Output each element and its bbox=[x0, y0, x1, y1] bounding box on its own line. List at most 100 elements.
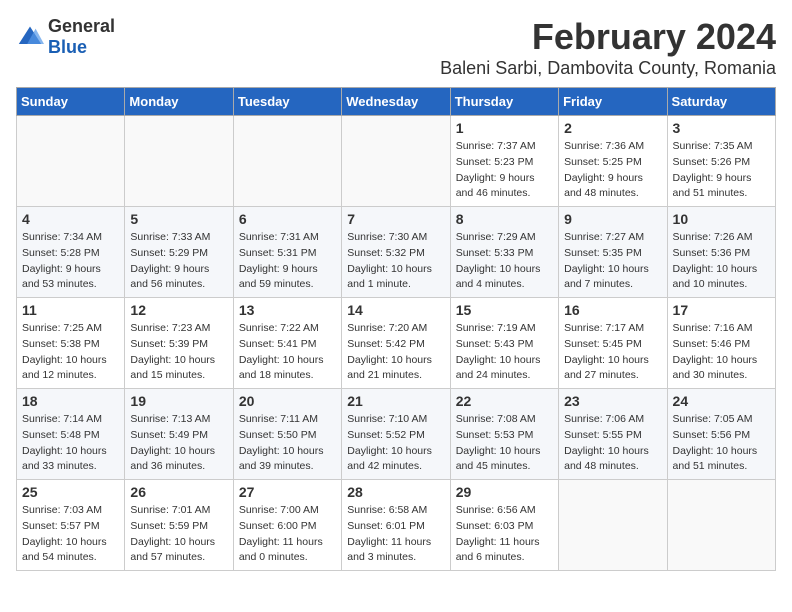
calendar-day-cell: 16 Sunrise: 7:17 AM Sunset: 5:45 PM Dayli… bbox=[559, 298, 667, 389]
day-info: Sunrise: 7:14 AM Sunset: 5:48 PM Dayligh… bbox=[22, 412, 119, 475]
page-header: General Blue February 2024 Baleni Sarbi,… bbox=[16, 16, 776, 79]
logo-icon bbox=[16, 23, 44, 51]
calendar-day-cell bbox=[17, 116, 125, 207]
day-info: Sunrise: 7:20 AM Sunset: 5:42 PM Dayligh… bbox=[347, 321, 444, 384]
day-number: 16 bbox=[564, 302, 661, 318]
day-number: 24 bbox=[673, 393, 770, 409]
day-number: 1 bbox=[456, 120, 553, 136]
day-number: 27 bbox=[239, 484, 336, 500]
day-number: 7 bbox=[347, 211, 444, 227]
title-block: February 2024 Baleni Sarbi, Dambovita Co… bbox=[440, 16, 776, 79]
calendar-week-row: 11 Sunrise: 7:25 AM Sunset: 5:38 PM Dayli… bbox=[17, 298, 776, 389]
day-number: 12 bbox=[130, 302, 227, 318]
day-info: Sunrise: 7:34 AM Sunset: 5:28 PM Dayligh… bbox=[22, 230, 119, 293]
day-number: 4 bbox=[22, 211, 119, 227]
day-info: Sunrise: 7:29 AM Sunset: 5:33 PM Dayligh… bbox=[456, 230, 553, 293]
logo-text: General Blue bbox=[48, 16, 115, 58]
page-subtitle: Baleni Sarbi, Dambovita County, Romania bbox=[440, 58, 776, 79]
calendar-day-cell: 27 Sunrise: 7:00 AM Sunset: 6:00 PM Dayli… bbox=[233, 480, 341, 571]
day-number: 28 bbox=[347, 484, 444, 500]
day-info: Sunrise: 7:05 AM Sunset: 5:56 PM Dayligh… bbox=[673, 412, 770, 475]
day-number: 22 bbox=[456, 393, 553, 409]
calendar-day-cell bbox=[559, 480, 667, 571]
day-number: 5 bbox=[130, 211, 227, 227]
calendar-day-header: Sunday bbox=[17, 88, 125, 116]
day-info: Sunrise: 7:16 AM Sunset: 5:46 PM Dayligh… bbox=[673, 321, 770, 384]
day-number: 21 bbox=[347, 393, 444, 409]
day-info: Sunrise: 7:08 AM Sunset: 5:53 PM Dayligh… bbox=[456, 412, 553, 475]
calendar-day-cell: 25Sunrise: 7:03 AM Sunset: 5:57 PM Dayli… bbox=[17, 480, 125, 571]
calendar-day-cell: 14 Sunrise: 7:20 AM Sunset: 5:42 PM Dayli… bbox=[342, 298, 450, 389]
day-info: Sunrise: 7:06 AM Sunset: 5:55 PM Dayligh… bbox=[564, 412, 661, 475]
calendar-day-cell: 10 Sunrise: 7:26 AM Sunset: 5:36 PM Dayli… bbox=[667, 207, 775, 298]
day-number: 15 bbox=[456, 302, 553, 318]
day-number: 18 bbox=[22, 393, 119, 409]
calendar-day-cell: 29Sunrise: 6:56 AM Sunset: 6:03 PM Dayli… bbox=[450, 480, 558, 571]
day-info: Sunrise: 6:56 AM Sunset: 6:03 PM Dayligh… bbox=[456, 503, 553, 566]
calendar-day-cell: 18 Sunrise: 7:14 AM Sunset: 5:48 PM Dayli… bbox=[17, 389, 125, 480]
calendar-day-cell: 2Sunrise: 7:36 AM Sunset: 5:25 PM Daylig… bbox=[559, 116, 667, 207]
calendar-day-cell bbox=[342, 116, 450, 207]
day-info: Sunrise: 7:01 AM Sunset: 5:59 PM Dayligh… bbox=[130, 503, 227, 566]
day-info: Sunrise: 7:13 AM Sunset: 5:49 PM Dayligh… bbox=[130, 412, 227, 475]
day-number: 10 bbox=[673, 211, 770, 227]
day-number: 2 bbox=[564, 120, 661, 136]
calendar-day-cell: 6 Sunrise: 7:31 AM Sunset: 5:31 PM Daylig… bbox=[233, 207, 341, 298]
day-info: Sunrise: 7:33 AM Sunset: 5:29 PM Dayligh… bbox=[130, 230, 227, 293]
calendar-day-header: Friday bbox=[559, 88, 667, 116]
day-info: Sunrise: 7:17 AM Sunset: 5:45 PM Dayligh… bbox=[564, 321, 661, 384]
calendar-day-cell: 9Sunrise: 7:27 AM Sunset: 5:35 PM Daylig… bbox=[559, 207, 667, 298]
calendar-day-cell: 19 Sunrise: 7:13 AM Sunset: 5:49 PM Dayli… bbox=[125, 389, 233, 480]
day-info: Sunrise: 7:19 AM Sunset: 5:43 PM Dayligh… bbox=[456, 321, 553, 384]
logo-blue: Blue bbox=[48, 37, 87, 57]
calendar-day-cell: 23 Sunrise: 7:06 AM Sunset: 5:55 PM Dayli… bbox=[559, 389, 667, 480]
day-info: Sunrise: 7:25 AM Sunset: 5:38 PM Dayligh… bbox=[22, 321, 119, 384]
day-number: 8 bbox=[456, 211, 553, 227]
day-info: Sunrise: 7:30 AM Sunset: 5:32 PM Dayligh… bbox=[347, 230, 444, 293]
calendar-day-cell bbox=[667, 480, 775, 571]
calendar-day-cell: 1Sunrise: 7:37 AM Sunset: 5:23 PM Daylig… bbox=[450, 116, 558, 207]
day-number: 17 bbox=[673, 302, 770, 318]
day-number: 6 bbox=[239, 211, 336, 227]
day-number: 14 bbox=[347, 302, 444, 318]
calendar-day-header: Thursday bbox=[450, 88, 558, 116]
day-info: Sunrise: 7:27 AM Sunset: 5:35 PM Dayligh… bbox=[564, 230, 661, 293]
calendar-week-row: 4 Sunrise: 7:34 AM Sunset: 5:28 PM Daylig… bbox=[17, 207, 776, 298]
day-number: 20 bbox=[239, 393, 336, 409]
calendar-day-cell bbox=[233, 116, 341, 207]
day-info: Sunrise: 7:22 AM Sunset: 5:41 PM Dayligh… bbox=[239, 321, 336, 384]
day-number: 13 bbox=[239, 302, 336, 318]
day-number: 26 bbox=[130, 484, 227, 500]
day-number: 11 bbox=[22, 302, 119, 318]
day-info: Sunrise: 7:03 AM Sunset: 5:57 PM Dayligh… bbox=[22, 503, 119, 566]
day-info: Sunrise: 7:23 AM Sunset: 5:39 PM Dayligh… bbox=[130, 321, 227, 384]
calendar-day-header: Monday bbox=[125, 88, 233, 116]
calendar-day-cell: 8 Sunrise: 7:29 AM Sunset: 5:33 PM Daylig… bbox=[450, 207, 558, 298]
day-info: Sunrise: 6:58 AM Sunset: 6:01 PM Dayligh… bbox=[347, 503, 444, 566]
page-title: February 2024 bbox=[440, 16, 776, 58]
calendar-day-cell: 24 Sunrise: 7:05 AM Sunset: 5:56 PM Dayli… bbox=[667, 389, 775, 480]
day-info: Sunrise: 7:35 AM Sunset: 5:26 PM Dayligh… bbox=[673, 139, 770, 202]
calendar-day-header: Tuesday bbox=[233, 88, 341, 116]
day-number: 23 bbox=[564, 393, 661, 409]
calendar-week-row: 1Sunrise: 7:37 AM Sunset: 5:23 PM Daylig… bbox=[17, 116, 776, 207]
calendar-day-cell: 11 Sunrise: 7:25 AM Sunset: 5:38 PM Dayli… bbox=[17, 298, 125, 389]
calendar-day-cell: 7 Sunrise: 7:30 AM Sunset: 5:32 PM Daylig… bbox=[342, 207, 450, 298]
day-info: Sunrise: 7:26 AM Sunset: 5:36 PM Dayligh… bbox=[673, 230, 770, 293]
calendar-day-cell: 15 Sunrise: 7:19 AM Sunset: 5:43 PM Dayli… bbox=[450, 298, 558, 389]
calendar-week-row: 18 Sunrise: 7:14 AM Sunset: 5:48 PM Dayli… bbox=[17, 389, 776, 480]
day-info: Sunrise: 7:11 AM Sunset: 5:50 PM Dayligh… bbox=[239, 412, 336, 475]
calendar-day-cell: 3 Sunrise: 7:35 AM Sunset: 5:26 PM Daylig… bbox=[667, 116, 775, 207]
calendar-day-cell: 26 Sunrise: 7:01 AM Sunset: 5:59 PM Dayli… bbox=[125, 480, 233, 571]
calendar-day-cell: 5 Sunrise: 7:33 AM Sunset: 5:29 PM Daylig… bbox=[125, 207, 233, 298]
calendar-week-row: 25Sunrise: 7:03 AM Sunset: 5:57 PM Dayli… bbox=[17, 480, 776, 571]
calendar-table: SundayMondayTuesdayWednesdayThursdayFrid… bbox=[16, 87, 776, 571]
calendar-day-cell: 21Sunrise: 7:10 AM Sunset: 5:52 PM Dayli… bbox=[342, 389, 450, 480]
day-info: Sunrise: 7:00 AM Sunset: 6:00 PM Dayligh… bbox=[239, 503, 336, 566]
calendar-day-header: Saturday bbox=[667, 88, 775, 116]
day-number: 3 bbox=[673, 120, 770, 136]
day-info: Sunrise: 7:31 AM Sunset: 5:31 PM Dayligh… bbox=[239, 230, 336, 293]
calendar-day-cell: 28 Sunrise: 6:58 AM Sunset: 6:01 PM Dayli… bbox=[342, 480, 450, 571]
day-number: 19 bbox=[130, 393, 227, 409]
calendar-day-cell: 13 Sunrise: 7:22 AM Sunset: 5:41 PM Dayli… bbox=[233, 298, 341, 389]
